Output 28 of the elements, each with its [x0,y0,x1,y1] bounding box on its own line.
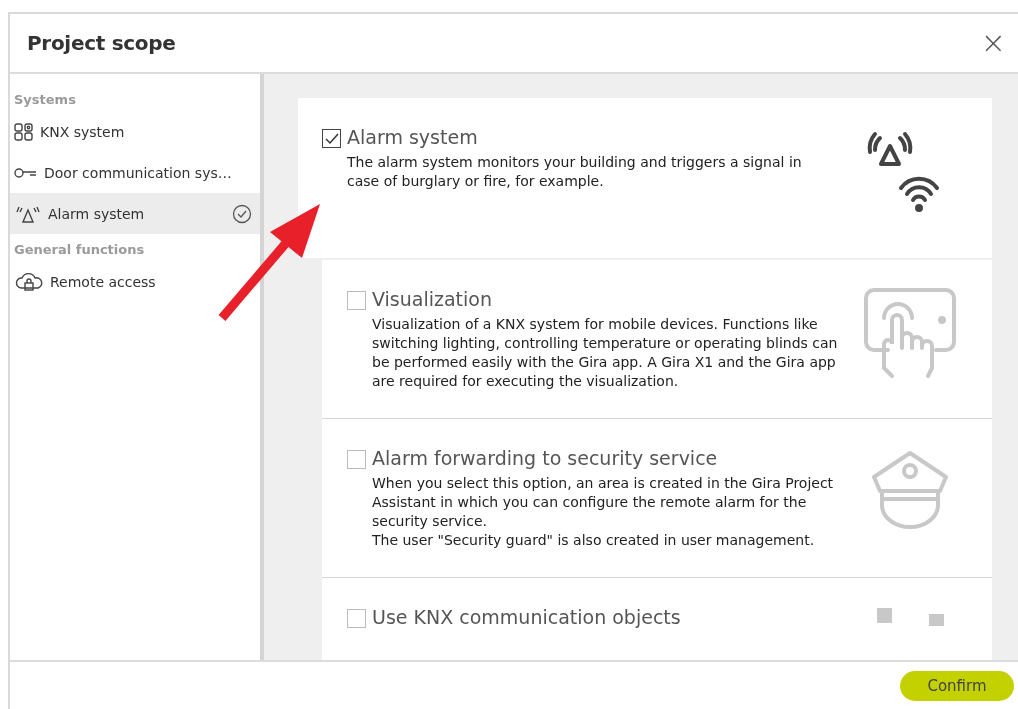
grid-icon [14,122,34,141]
sidebar-item-label: Door communication sys… [44,164,233,181]
sidebar-item-label: KNX system [40,123,126,140]
option-description: The alarm system monitors your building and triggers a signal in case of burglary or fire, for example. [347,153,803,191]
sidebar-item[interactable]: Door communication sys… [10,152,260,193]
touch-panel-icon [862,288,958,380]
close-button[interactable]: × [976,28,1010,58]
sidebar-item-label: Remote access [50,273,157,290]
sidebar-item[interactable]: KNX system [10,111,260,152]
checkbox[interactable] [347,609,366,628]
sidebar-item[interactable]: Remote access [10,261,260,302]
checkbox[interactable] [347,291,366,310]
option-title: Use KNX communication objects [372,606,682,628]
checkbox[interactable] [322,129,341,148]
cloud-lock-icon [14,271,44,292]
section-heading: Systems [13,91,77,109]
sidebar-item-label: Alarm system [48,205,146,222]
confirm-button[interactable]: Confirm [900,670,1014,701]
section-heading: General functions [13,241,146,259]
sidebar-item[interactable]: Alarm system [10,193,260,234]
option-description: Visualization of a KNX system for mobile devices. Functions like switching lighting, controlling temperature or operating blinds can be performed easily with the Gira app. A Gira X1 and the Gira app are required for executing the visualization. [372,315,839,391]
option-title: Visualization [372,288,493,310]
checkbox[interactable] [347,450,366,469]
option-title: Alarm system [347,126,479,148]
option-description: When you select this option, an area is created in the Gira Project Assistant in which you can configure the remote alarm for the security service. The user "Security guard" is also created in user management. [372,474,835,550]
option-title: Alarm forwarding to security service [372,447,719,469]
dialog-title: Project scope [27,31,176,55]
key-icon [14,166,38,179]
